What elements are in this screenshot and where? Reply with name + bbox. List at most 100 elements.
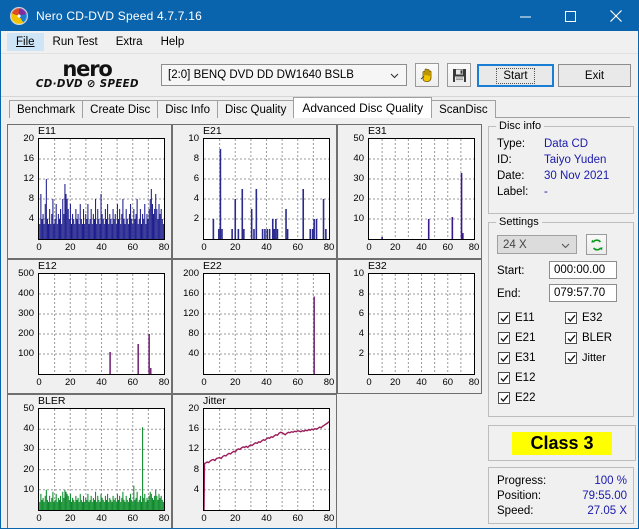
menu-extra[interactable]: Extra <box>107 33 152 51</box>
x-tick-label: 20 <box>229 242 241 253</box>
x-tick-label: 60 <box>292 513 304 524</box>
chart-bler: BLER 10 20 30 40 50 0 20 40 60 80 <box>7 394 172 528</box>
refresh-icon[interactable] <box>586 234 607 255</box>
y-tick-label: 8 <box>358 288 364 299</box>
x-tick-label: 0 <box>201 377 207 388</box>
plot-area <box>38 138 165 240</box>
quality-class-box: Class 3 <box>488 425 636 461</box>
y-tick-label: 30 <box>353 173 364 184</box>
tab-scandisc[interactable]: ScanDisc <box>431 100 496 118</box>
x-tick-label: 60 <box>127 377 139 388</box>
tab-strip: Benchmark Create Disc Disc Info Disc Qua… <box>1 97 638 118</box>
y-tick-label: 10 <box>188 133 199 144</box>
exit-button[interactable]: Exit <box>558 64 631 87</box>
checkbox-e12[interactable]: E12 <box>498 372 535 384</box>
y-tick-label: 100 <box>18 348 34 359</box>
speed-label: Speed: <box>497 505 534 517</box>
y-tick-label: 40 <box>353 153 364 164</box>
chart-e12: E12 100 200 300 400 500 0 20 40 60 80 <box>7 259 172 394</box>
content-area: E11 4 8 12 16 20 0 20 40 60 80 E21 2 4 6 8 10 0 20 40 60 80 E3… <box>1 120 638 528</box>
menu-run-test-label: Run Test <box>52 36 98 48</box>
progress-label: Progress: <box>497 475 547 487</box>
start-button-label: Start <box>496 67 535 84</box>
speed-select[interactable]: 24 X <box>497 235 577 254</box>
x-tick-label: 80 <box>323 242 335 253</box>
y-tick-label: 8 <box>28 193 34 204</box>
checkbox-e21[interactable]: E21 <box>498 332 535 344</box>
x-tick-label: 80 <box>323 513 335 524</box>
check-icon <box>565 312 577 324</box>
disc-label-label: Label: <box>497 186 529 198</box>
speed-select-value: 24 X <box>503 238 527 251</box>
tab-disc-info[interactable]: Disc Info <box>157 100 218 118</box>
checkbox-e11[interactable]: E11 <box>498 312 535 324</box>
toolbar: nero CD·DVD ⊘ SPEED [2:0] BENQ DVD DD DW… <box>1 54 638 97</box>
checkbox-jitter-label: Jitter <box>582 352 606 364</box>
disc-icon <box>10 7 28 25</box>
check-icon <box>565 332 577 344</box>
right-panel: Disc info Type: Data CD ID: Taiyo Yuden … <box>488 120 636 528</box>
x-tick-label: 40 <box>261 513 272 524</box>
plot-area <box>38 273 165 375</box>
settings-group: Settings 24 X Start: 000:00.00 End: 079:… <box>488 216 634 417</box>
x-tick-label: 80 <box>323 377 335 388</box>
y-tick-label: 12 <box>23 173 34 184</box>
menu-file-label: File <box>16 36 35 48</box>
eject-hand-icon[interactable] <box>415 63 439 87</box>
maximize-icon[interactable] <box>548 1 593 31</box>
speed-value: 27.05 X <box>587 505 627 517</box>
y-tick-label: 20 <box>353 193 364 204</box>
x-tick-label: 40 <box>416 242 427 253</box>
checkbox-e31[interactable]: E31 <box>498 352 535 364</box>
chart-title: E12 <box>38 260 57 272</box>
start-time-input[interactable]: 000:00.00 <box>549 261 617 279</box>
menu-run-test[interactable]: Run Test <box>44 33 107 51</box>
y-tick-label: 12 <box>188 443 199 455</box>
checkbox-bler[interactable]: BLER <box>565 332 612 344</box>
y-tick-label: 16 <box>23 153 34 164</box>
x-tick-label: 80 <box>158 377 170 388</box>
tab-create-disc[interactable]: Create Disc <box>82 100 159 118</box>
close-icon[interactable] <box>593 1 638 31</box>
chart-e31: E31 10 20 30 40 50 0 20 40 60 80 <box>337 124 482 259</box>
x-tick-label: 0 <box>36 513 42 524</box>
drive-select[interactable]: [2:0] BENQ DVD DD DW1640 BSLB <box>161 64 407 86</box>
y-tick-label: 10 <box>23 483 34 495</box>
chart-e32: E32 2 4 6 8 10 0 20 40 60 80 <box>337 259 482 394</box>
y-tick-label: 10 <box>353 268 364 279</box>
logo-wordmark: nero <box>62 56 112 81</box>
chart-grid: E11 4 8 12 16 20 0 20 40 60 80 E21 2 4 6 8 10 0 20 40 60 80 E3… <box>7 122 484 528</box>
checkbox-e22[interactable]: E22 <box>498 392 535 404</box>
disc-date-label: Date: <box>497 170 525 182</box>
menu-help[interactable]: Help <box>152 33 194 51</box>
y-tick-label: 4 <box>193 483 199 495</box>
y-tick-label: 30 <box>23 443 34 455</box>
tab-disc-info-label: Disc Info <box>165 103 210 116</box>
end-time-input[interactable]: 079:57.70 <box>549 284 617 302</box>
chart-title: E21 <box>203 125 222 137</box>
start-button[interactable]: Start <box>477 64 554 87</box>
check-icon <box>498 352 510 364</box>
disc-info-legend: Disc info <box>496 120 545 132</box>
app-window: Nero CD-DVD Speed 4.7.7.16 File Run Test… <box>0 0 639 529</box>
x-tick-label: 20 <box>64 242 76 253</box>
disc-info-row: ID: Taiyo Yuden <box>497 152 625 168</box>
start-time-value: 000:00.00 <box>554 264 606 276</box>
check-icon <box>498 392 510 404</box>
start-time-label: Start: <box>497 265 525 277</box>
menu-file[interactable]: File <box>7 33 44 51</box>
floppy-save-icon[interactable] <box>447 63 471 87</box>
tab-advanced-disc-quality[interactable]: Advanced Disc Quality <box>293 97 433 118</box>
minimize-icon[interactable] <box>503 1 548 37</box>
checkbox-e12-label: E12 <box>515 372 536 384</box>
tab-benchmark[interactable]: Benchmark <box>9 100 84 118</box>
x-tick-label: 80 <box>468 242 480 253</box>
status-group: Progress: 100 % Position: 79:55.00 Speed… <box>488 467 634 524</box>
plot-area <box>203 408 330 511</box>
checkbox-jitter[interactable]: Jitter <box>565 352 612 364</box>
checkbox-e32[interactable]: E32 <box>565 312 612 324</box>
x-tick-label: 40 <box>96 377 107 388</box>
check-icon <box>498 312 510 324</box>
checkbox-e11-label: E11 <box>515 312 535 324</box>
tab-disc-quality[interactable]: Disc Quality <box>217 100 295 118</box>
